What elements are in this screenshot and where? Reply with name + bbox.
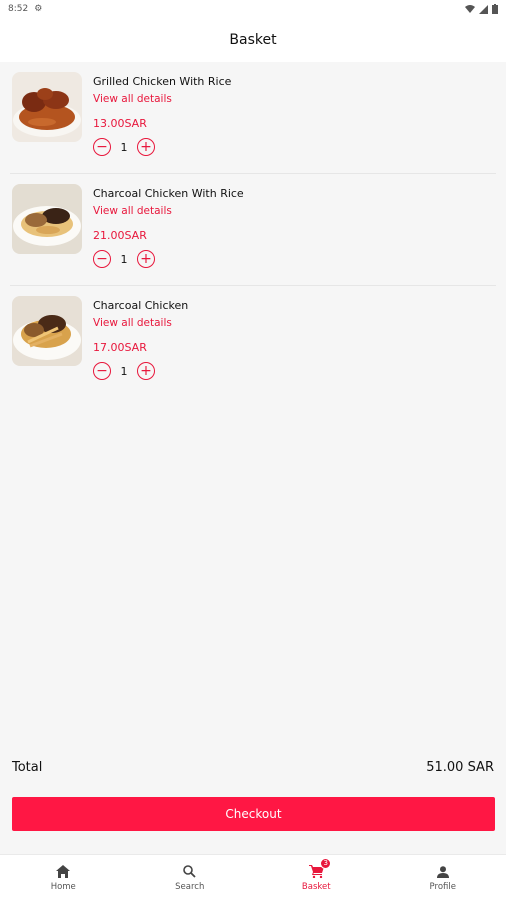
- item-name: Charcoal Chicken With Rice: [93, 187, 244, 200]
- view-details-link[interactable]: View all details: [93, 317, 172, 329]
- total-value: 51.00 SAR: [426, 760, 494, 775]
- nav-item-basket[interactable]: 3 Basket: [253, 855, 380, 900]
- search-icon: [181, 864, 199, 880]
- basket-item: Charcoal Chicken View all details 17.00S…: [10, 286, 496, 398]
- minus-icon[interactable]: −: [93, 138, 111, 156]
- minus-icon[interactable]: −: [93, 362, 111, 380]
- status-bar: 8:52 ⚙: [0, 0, 506, 18]
- basket-item: Charcoal Chicken With Rice View all deta…: [10, 174, 496, 286]
- nav-item-search[interactable]: Search: [127, 855, 254, 900]
- nav-label-profile: Profile: [429, 881, 456, 892]
- quantity-stepper: − 1 +: [93, 250, 155, 268]
- view-details-link[interactable]: View all details: [93, 93, 172, 105]
- item-name: Charcoal Chicken: [93, 299, 189, 312]
- person-icon: [434, 864, 452, 880]
- status-time: 8:52: [8, 4, 29, 14]
- nav-label-basket: Basket: [301, 881, 331, 892]
- settings-icon: ⚙: [34, 4, 43, 14]
- quantity-stepper: − 1 +: [93, 362, 155, 380]
- charcoal-chicken-photo[interactable]: [12, 296, 82, 366]
- total-label: Total: [12, 760, 43, 775]
- plus-icon[interactable]: +: [137, 138, 155, 156]
- cart-icon: 3: [307, 857, 332, 880]
- nav-item-profile[interactable]: Profile: [380, 855, 506, 900]
- quantity-value: 1: [120, 364, 128, 378]
- checkout-button[interactable]: Checkout: [12, 797, 495, 831]
- nav-item-home[interactable]: Home: [0, 855, 127, 900]
- quantity-value: 1: [120, 140, 128, 154]
- total-row: Total 51.00 SAR: [12, 760, 494, 775]
- cart-count-badge: 3: [320, 857, 332, 869]
- bottom-nav: Home Search 3 Basket Profile: [0, 854, 506, 900]
- view-details-link[interactable]: View all details: [93, 205, 172, 217]
- app-bar: Basket: [0, 18, 506, 62]
- charcoal-chicken-rice-photo[interactable]: [12, 184, 82, 254]
- plus-icon[interactable]: +: [137, 250, 155, 268]
- item-name: Grilled Chicken With Rice: [93, 75, 232, 88]
- item-price: 17.00SAR: [93, 341, 147, 354]
- quantity-stepper: − 1 +: [93, 138, 155, 156]
- wifi-icon: [465, 4, 475, 13]
- plus-icon[interactable]: +: [137, 362, 155, 380]
- nav-label-home: Home: [50, 881, 76, 892]
- minus-icon[interactable]: −: [93, 250, 111, 268]
- page-title: Basket: [229, 32, 277, 48]
- nav-label-search: Search: [175, 881, 205, 892]
- battery-icon: [492, 4, 498, 14]
- item-price: 13.00SAR: [93, 117, 147, 130]
- item-price: 21.00SAR: [93, 229, 147, 242]
- home-icon: [54, 864, 72, 880]
- quantity-value: 1: [120, 252, 128, 266]
- basket-list: Grilled Chicken With Rice View all detai…: [0, 62, 506, 398]
- basket-item: Grilled Chicken With Rice View all detai…: [10, 62, 496, 174]
- signal-icon: [479, 4, 488, 14]
- grilled-chicken-rice-photo[interactable]: [12, 72, 82, 142]
